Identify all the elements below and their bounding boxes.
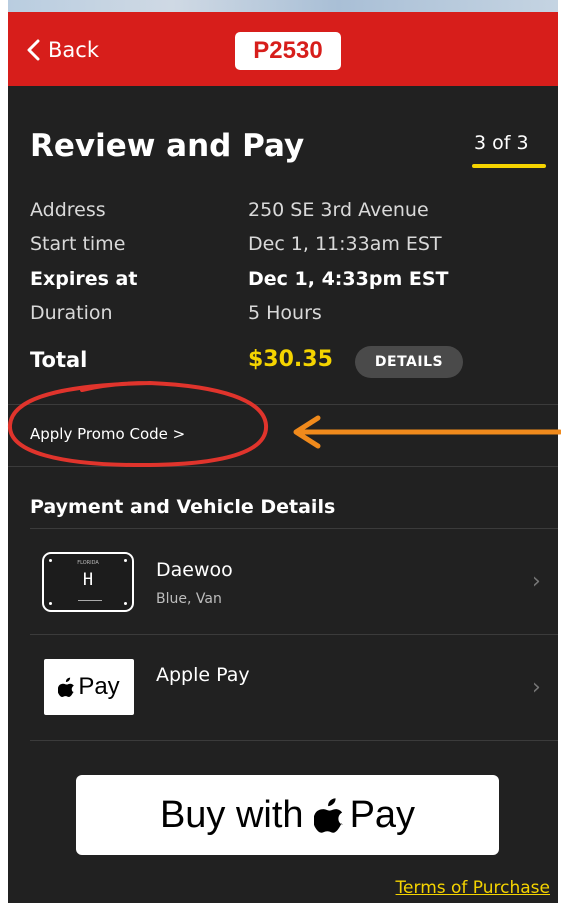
license-plate-icon: FLORIDA H xyxy=(42,552,134,612)
duration-label: Duration xyxy=(30,302,113,324)
start-time-value: Dec 1, 11:33am EST xyxy=(248,233,442,255)
plate-number-badge: P2530 xyxy=(235,32,341,70)
expires-at-label: Expires at xyxy=(30,268,138,290)
chevron-left-icon xyxy=(27,39,40,61)
duration-value: 5 Hours xyxy=(248,302,322,324)
back-label: Back xyxy=(48,38,99,62)
details-button[interactable]: DETAILS xyxy=(355,346,463,378)
start-time-label: Start time xyxy=(30,233,126,255)
plate-character: H xyxy=(82,570,94,590)
app-screen: Back P2530 Review and Pay 3 of 3 Address… xyxy=(8,0,558,903)
plate-state-text: FLORIDA xyxy=(77,560,99,566)
app-header: Back P2530 xyxy=(8,12,558,86)
apple-pay-icon-text: Pay xyxy=(78,673,120,700)
step-progress-bar xyxy=(472,164,546,168)
terms-of-purchase-link[interactable]: Terms of Purchase xyxy=(396,878,550,898)
chevron-right-icon: › xyxy=(532,569,541,594)
divider xyxy=(30,740,558,741)
buy-with-apple-pay-button[interactable]: Buy with Pay xyxy=(76,775,499,855)
divider xyxy=(8,466,558,467)
chevron-right-icon: › xyxy=(532,675,541,700)
address-value: 250 SE 3rd Avenue xyxy=(248,199,429,221)
payment-method-name: Apple Pay xyxy=(156,664,250,686)
status-bar-strip xyxy=(8,0,558,12)
payment-section-title: Payment and Vehicle Details xyxy=(30,496,336,518)
apply-promo-code-link[interactable]: Apply Promo Code > xyxy=(30,425,185,443)
address-label: Address xyxy=(30,199,106,221)
divider xyxy=(8,404,558,405)
apple-logo-icon xyxy=(313,798,343,833)
page-title: Review and Pay xyxy=(30,128,305,164)
apple-logo-icon xyxy=(58,677,75,697)
buy-button-label: Buy with xyxy=(159,793,304,836)
vehicle-description: Blue, Van xyxy=(156,591,222,607)
total-value: $30.35 xyxy=(248,347,333,372)
divider xyxy=(30,634,558,635)
buy-button-pay-text: Pay xyxy=(349,793,416,836)
back-button[interactable]: Back xyxy=(26,38,99,62)
vehicle-name: Daewoo xyxy=(156,559,233,581)
total-label: Total xyxy=(30,348,88,372)
step-indicator: 3 of 3 xyxy=(474,132,529,154)
apple-pay-icon: Pay xyxy=(44,659,134,715)
expires-at-value: Dec 1, 4:33pm EST xyxy=(248,268,449,290)
divider xyxy=(30,528,558,529)
